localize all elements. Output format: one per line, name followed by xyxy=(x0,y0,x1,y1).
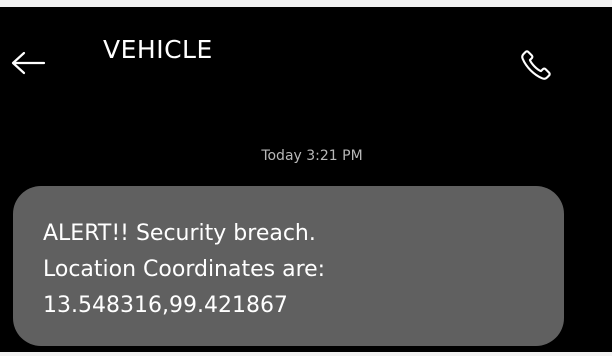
call-button[interactable] xyxy=(512,43,560,87)
conversation-header: VEHICLE xyxy=(0,7,612,97)
message-timestamp: Today 3:21 PM xyxy=(0,147,612,165)
phone-icon xyxy=(521,50,551,80)
contact-name: VEHICLE xyxy=(103,35,213,64)
incoming-message-bubble[interactable]: ALERT!! Security breach. Location Coordi… xyxy=(13,186,564,346)
message-line: Location Coordinates are: xyxy=(43,257,326,282)
message-line: ALERT!! Security breach. xyxy=(43,221,316,246)
timestamp-text: Today 3:21 PM xyxy=(261,148,363,164)
back-button[interactable] xyxy=(8,45,48,81)
message-line: 13.548316,99.421867 xyxy=(43,293,288,318)
messaging-screen: VEHICLE Today 3:21 PM ALERT!! Security b… xyxy=(0,0,612,356)
arrow-left-icon xyxy=(11,51,46,75)
